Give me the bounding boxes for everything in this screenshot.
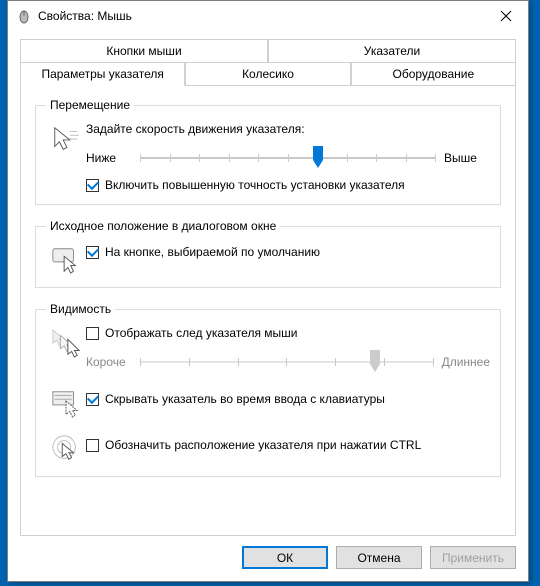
tab-hardware[interactable]: Оборудование: [351, 62, 516, 86]
group-snapto: Исходное положение в диалоговом окне На …: [35, 219, 501, 288]
group-legend: Исходное положение в диалоговом окне: [46, 219, 280, 233]
ctrl-locate-label: Обозначить расположение указателя при на…: [105, 438, 421, 452]
snap-icon: [46, 243, 86, 275]
pointer-speed-icon: [46, 122, 86, 154]
close-icon: [500, 10, 512, 22]
tab-wheel[interactable]: Колесико: [185, 62, 350, 86]
slider-thumb[interactable]: [311, 146, 325, 168]
mouse-icon: [16, 8, 32, 24]
hide-typing-checkbox[interactable]: [86, 393, 99, 406]
tab-label: Оборудование: [393, 67, 475, 81]
trails-slider: [140, 352, 434, 372]
hide-typing-icon: [46, 386, 86, 418]
apply-button: Применить: [430, 546, 516, 569]
button-label: ОК: [277, 551, 293, 565]
trails-icon: [46, 326, 86, 358]
ok-button[interactable]: ОК: [242, 546, 328, 569]
tab-label: Колесико: [242, 67, 294, 81]
trails-checkbox[interactable]: [86, 327, 99, 340]
button-label: Отмена: [357, 551, 400, 565]
trails-label: Отображать след указателя мыши: [105, 326, 298, 340]
slider-ticks: [140, 154, 436, 162]
tab-label: Кнопки мыши: [106, 44, 181, 58]
group-legend: Перемещение: [46, 98, 134, 112]
tab-panel: Перемещение Задайте скорость движения ук…: [20, 85, 516, 536]
cancel-button[interactable]: Отмена: [336, 546, 422, 569]
tab-buttons[interactable]: Кнопки мыши: [20, 39, 268, 62]
snap-label: На кнопке, выбираемой по умолчанию: [105, 245, 320, 259]
slider-short-label: Короче: [86, 355, 132, 369]
content-area: Кнопки мыши Указатели Параметры указател…: [8, 31, 528, 581]
enhance-precision-label: Включить повышенную точность установки у…: [105, 178, 405, 192]
group-visibility: Видимость Отображать след указателя мыши…: [35, 302, 501, 477]
tab-pointer-options[interactable]: Параметры указателя: [20, 62, 185, 86]
slider-long-label: Длиннее: [442, 355, 490, 369]
speed-label: Задайте скорость движения указателя:: [86, 122, 490, 136]
group-legend: Видимость: [46, 302, 115, 316]
tab-label: Параметры указателя: [41, 67, 163, 81]
slider-thumb: [368, 350, 382, 372]
tab-bar: Кнопки мыши Указатели Параметры указател…: [20, 39, 516, 86]
slider-ticks: [140, 358, 434, 366]
pointer-speed-slider[interactable]: [140, 148, 436, 168]
ctrl-locate-checkbox[interactable]: [86, 439, 99, 452]
group-motion: Перемещение Задайте скорость движения ук…: [35, 98, 501, 205]
snap-checkbox[interactable]: [86, 246, 99, 259]
window-title: Свойства: Мышь: [38, 9, 483, 23]
slider-fast-label: Выше: [444, 151, 490, 165]
hide-typing-label: Скрывать указатель во время ввода с клав…: [105, 392, 385, 406]
slider-slow-label: Ниже: [86, 151, 132, 165]
titlebar[interactable]: Свойства: Мышь: [8, 1, 528, 31]
ctrl-locate-icon: [46, 432, 86, 464]
enhance-precision-checkbox[interactable]: [86, 179, 99, 192]
tab-pointers[interactable]: Указатели: [268, 39, 516, 62]
button-label: Применить: [442, 551, 504, 565]
dialog-buttons: ОК Отмена Применить: [20, 536, 516, 581]
close-button[interactable]: [483, 1, 528, 31]
dialog-window: Свойства: Мышь Кнопки мыши Указатели Пар…: [7, 0, 529, 582]
tab-label: Указатели: [364, 44, 420, 58]
